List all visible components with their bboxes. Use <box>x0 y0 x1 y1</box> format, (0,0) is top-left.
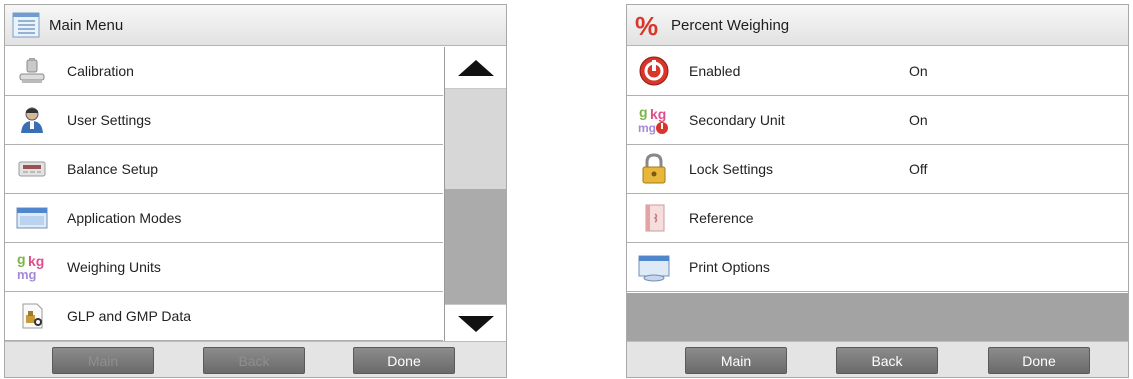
reference-icon <box>637 201 671 235</box>
menu-item-label: Calibration <box>67 63 134 79</box>
print-options-icon <box>637 250 671 284</box>
setting-label: Secondary Unit <box>689 112 785 128</box>
lock-icon <box>637 152 671 186</box>
done-button[interactable]: Done <box>988 347 1090 374</box>
setting-value: Off <box>909 161 928 177</box>
calibration-weight-icon <box>15 54 49 88</box>
scrollbar[interactable] <box>444 47 506 342</box>
scroll-down-button[interactable] <box>445 304 506 342</box>
svg-text:mg: mg <box>638 121 656 135</box>
empty-list-area <box>627 293 1128 341</box>
menu-item-weighing-units[interactable]: g kg mg Weighing Units <box>5 243 443 292</box>
user-settings-icon <box>15 103 49 137</box>
setting-row-enabled[interactable]: Enabled On <box>627 47 1128 96</box>
arrow-down-icon <box>457 315 494 332</box>
application-modes-icon <box>15 201 49 235</box>
setting-value: On <box>909 63 928 79</box>
main-button[interactable]: Main <box>685 347 787 374</box>
svg-text:%: % <box>635 11 658 39</box>
percent-weighing-panel: % Percent Weighing Enabled On g kg mg Se… <box>626 4 1129 378</box>
bottom-button-bar: Main Back Done <box>5 341 506 377</box>
menu-list: Calibration User Settings Balance Setup … <box>5 47 443 341</box>
setting-label: Print Options <box>689 259 770 275</box>
weighing-units-icon: g kg mg <box>15 250 49 284</box>
menu-item-label: GLP and GMP Data <box>67 308 191 324</box>
setting-row-secondary-unit[interactable]: g kg mg Secondary Unit On <box>627 96 1128 145</box>
back-button[interactable]: Back <box>203 347 305 374</box>
page-title: Main Menu <box>49 16 124 34</box>
menu-list-icon <box>11 10 41 40</box>
setting-label: Enabled <box>689 63 741 79</box>
secondary-unit-icon: g kg mg <box>637 103 671 137</box>
done-button[interactable]: Done <box>353 347 455 374</box>
arrow-up-icon <box>457 59 494 76</box>
balance-setup-icon <box>15 152 49 186</box>
main-menu-panel: Main Menu Calibration User Settings Bala… <box>4 4 507 378</box>
menu-item-application-modes[interactable]: Application Modes <box>5 194 443 243</box>
menu-item-balance-setup[interactable]: Balance Setup <box>5 145 443 194</box>
menu-item-glp-gmp-data[interactable]: GLP and GMP Data <box>5 292 443 341</box>
setting-row-reference[interactable]: Reference <box>627 194 1128 243</box>
main-button[interactable]: Main <box>52 347 154 374</box>
setting-label: Lock Settings <box>689 161 774 177</box>
svg-text:mg: mg <box>17 267 37 282</box>
setting-label: Reference <box>689 210 754 226</box>
scroll-up-button[interactable] <box>445 47 506 89</box>
scroll-thumb[interactable] <box>445 89 506 189</box>
title-bar: % Percent Weighing <box>627 5 1128 46</box>
menu-item-user-settings[interactable]: User Settings <box>5 96 443 145</box>
svg-text:g: g <box>17 251 26 267</box>
setting-value: On <box>909 112 928 128</box>
setting-row-lock-settings[interactable]: Lock Settings Off <box>627 145 1128 194</box>
menu-item-label: Application Modes <box>67 210 182 226</box>
menu-item-label: Balance Setup <box>67 161 159 177</box>
menu-item-label: Weighing Units <box>67 259 161 275</box>
menu-item-calibration[interactable]: Calibration <box>5 47 443 96</box>
bottom-button-bar: Main Back Done <box>627 341 1128 377</box>
back-button[interactable]: Back <box>836 347 938 374</box>
percent-icon: % <box>633 10 663 40</box>
page-title: Percent Weighing <box>671 16 790 34</box>
setting-row-print-options[interactable]: Print Options <box>627 243 1128 292</box>
power-icon <box>637 54 671 88</box>
title-bar: Main Menu <box>5 5 506 46</box>
svg-text:g: g <box>639 104 648 120</box>
glp-gmp-data-icon <box>15 299 49 333</box>
svg-text:kg: kg <box>650 106 666 122</box>
settings-list: Enabled On g kg mg Secondary Unit On Loc… <box>627 47 1128 292</box>
menu-item-label: User Settings <box>67 112 152 128</box>
